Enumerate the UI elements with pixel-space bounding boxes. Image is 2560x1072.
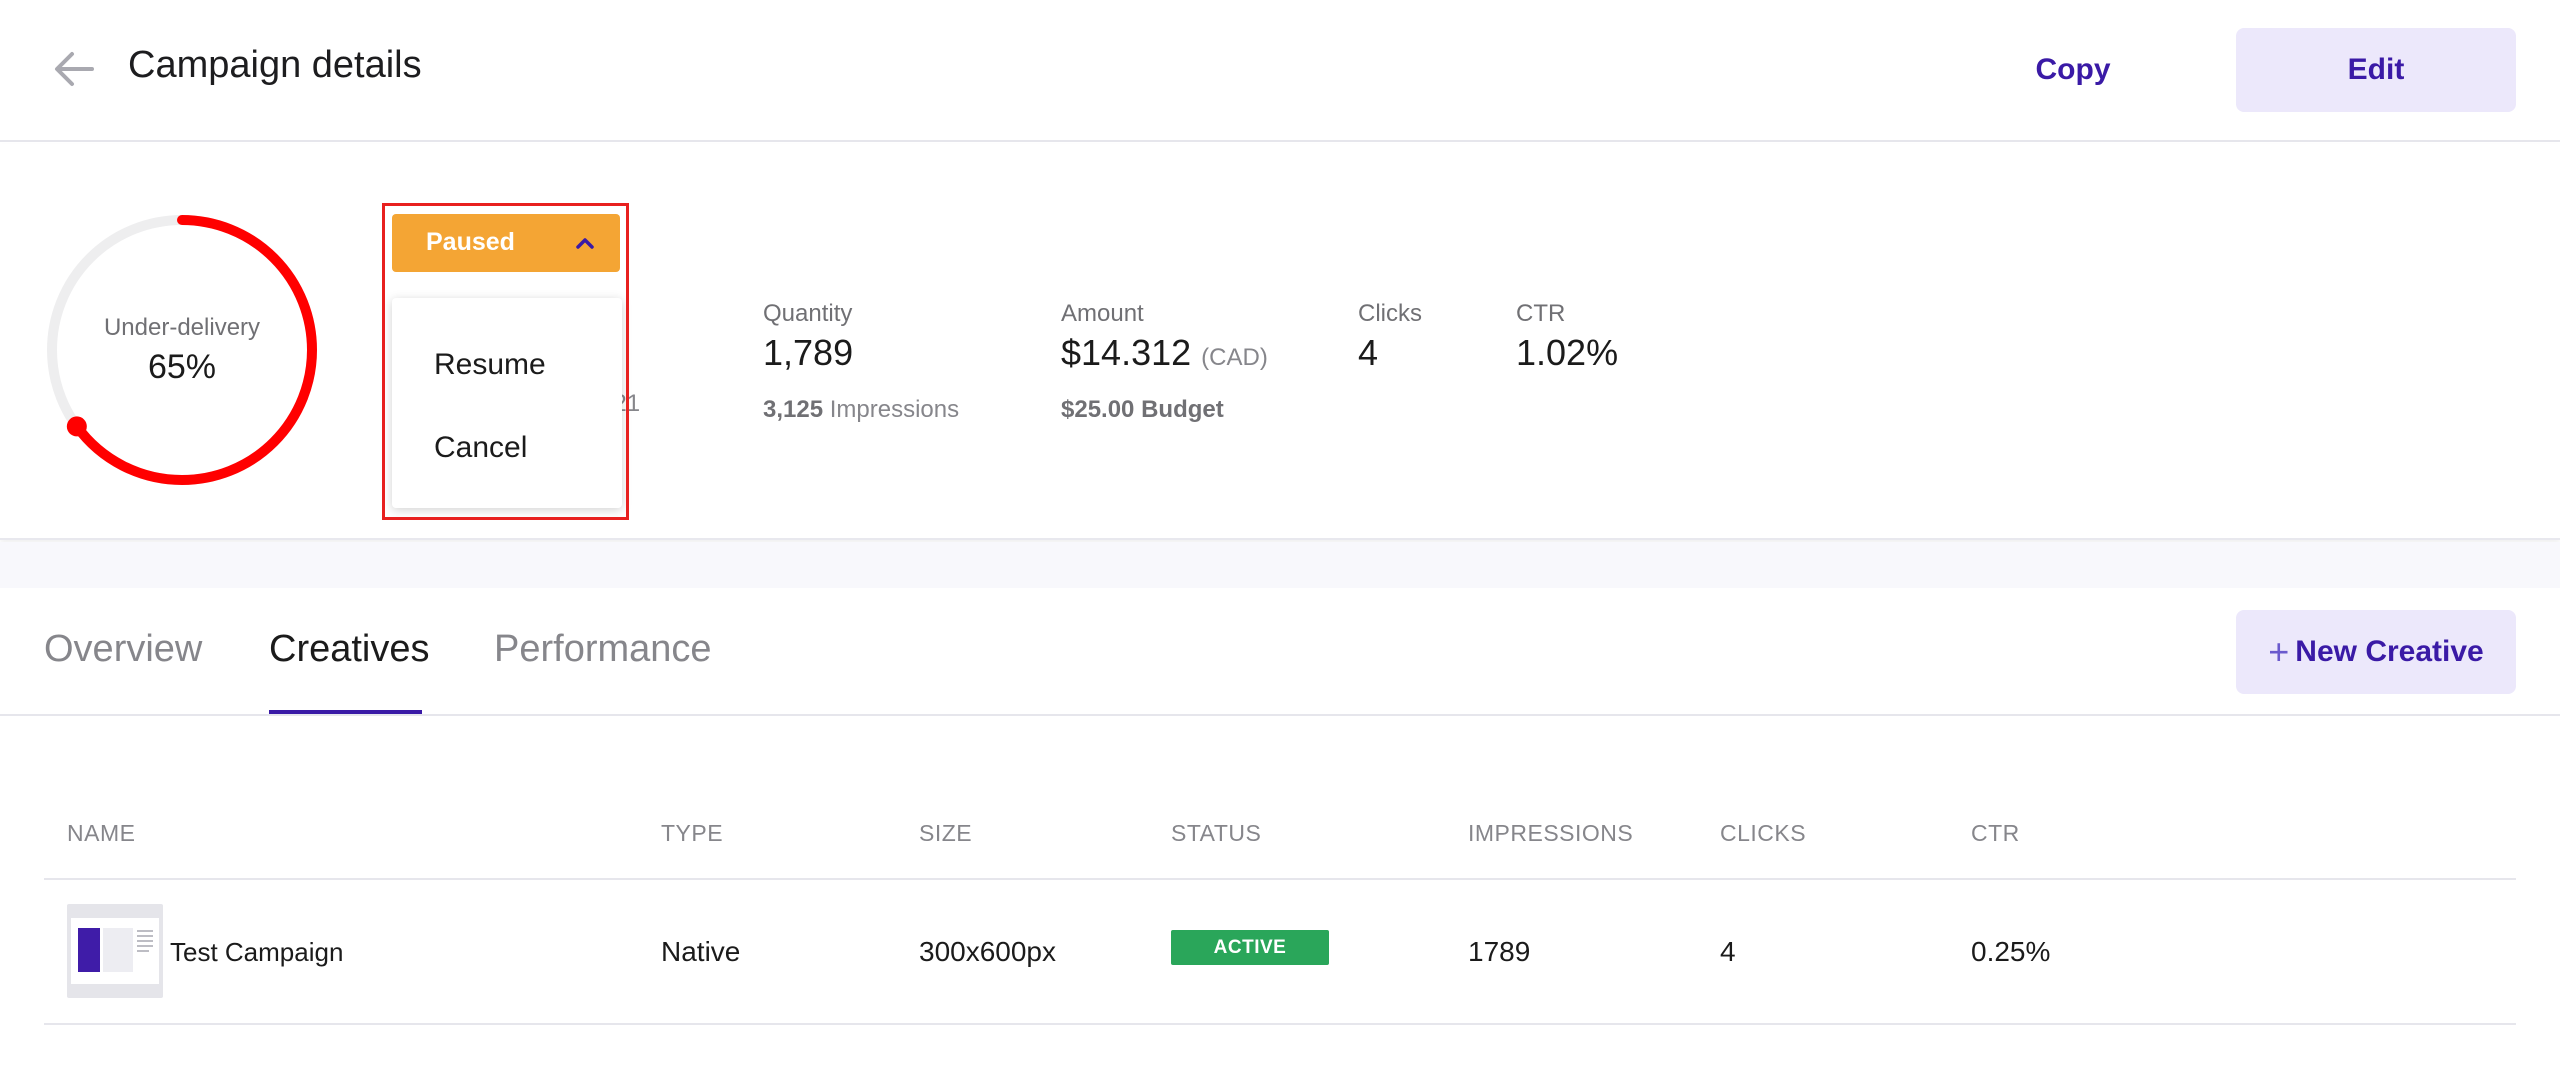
amount-label: Amount: [1061, 300, 1144, 327]
quantity-value: 1,789: [763, 332, 854, 373]
new-creative-label: New Creative: [2295, 635, 2484, 668]
creative-impressions: 1789: [1468, 936, 1531, 967]
column-header-clicks[interactable]: CLICKS: [1720, 820, 1806, 847]
active-tab-indicator: [269, 710, 422, 714]
section-spacer: [0, 542, 2560, 588]
creative-clicks: 4: [1720, 936, 1736, 967]
creative-type: Native: [661, 936, 741, 967]
impressions-sub: 3,125 Impressions: [763, 396, 959, 424]
edit-button[interactable]: Edit: [2236, 28, 2516, 112]
status-badge: ACTIVE: [1171, 930, 1329, 965]
ctr-label: CTR: [1516, 300, 1566, 327]
budget-sub: $25.00 Budget: [1061, 396, 1224, 424]
tab-creatives[interactable]: Creatives: [269, 628, 430, 671]
column-header-name[interactable]: NAME: [67, 820, 135, 847]
amount-value-row: $14.312 (CAD): [1061, 332, 1268, 374]
gauge-label: Under-delivery: [103, 314, 261, 341]
creative-thumbnail: [67, 904, 163, 998]
tabs-bar: Overview Creatives Performance + New Cre…: [0, 588, 2560, 716]
table-header-divider: [44, 878, 2516, 880]
ctr-value: 1.02%: [1516, 332, 1619, 373]
amount-currency: (CAD): [1201, 344, 1268, 371]
gauge-value: 65%: [147, 348, 217, 386]
column-header-status[interactable]: STATUS: [1171, 820, 1261, 847]
creative-preview-icon: [71, 918, 159, 984]
impressions-count: 3,125: [763, 396, 824, 423]
highlight-box: [382, 203, 629, 520]
tab-performance[interactable]: Performance: [494, 628, 712, 671]
back-arrow-icon[interactable]: [52, 50, 94, 88]
creative-name[interactable]: Test Campaign: [170, 937, 343, 968]
creative-size: 300x600px: [919, 936, 1057, 967]
page-title: Campaign details: [128, 44, 422, 86]
copy-button[interactable]: Copy: [1995, 30, 2151, 110]
impressions-text: Impressions: [823, 396, 960, 423]
budget-value: $25.00 Budget: [1061, 396, 1224, 423]
column-header-type[interactable]: TYPE: [661, 820, 723, 847]
column-header-ctr[interactable]: CTR: [1971, 820, 2020, 847]
page-header: Campaign details Copy Edit: [0, 0, 2560, 142]
column-header-size[interactable]: SIZE: [919, 820, 972, 847]
creative-ctr: 0.25%: [1971, 936, 2051, 967]
tab-overview[interactable]: Overview: [44, 628, 202, 671]
column-header-impressions[interactable]: IMPRESSIONS: [1468, 820, 1633, 847]
clicks-label: Clicks: [1358, 300, 1422, 327]
amount-value: $14.312: [1061, 332, 1192, 373]
new-creative-button[interactable]: + New Creative: [2236, 610, 2516, 694]
quantity-label: Quantity: [763, 300, 853, 327]
plus-icon: +: [2268, 631, 2290, 672]
clicks-value: 4: [1358, 332, 1379, 373]
table-row-divider: [44, 1023, 2516, 1025]
